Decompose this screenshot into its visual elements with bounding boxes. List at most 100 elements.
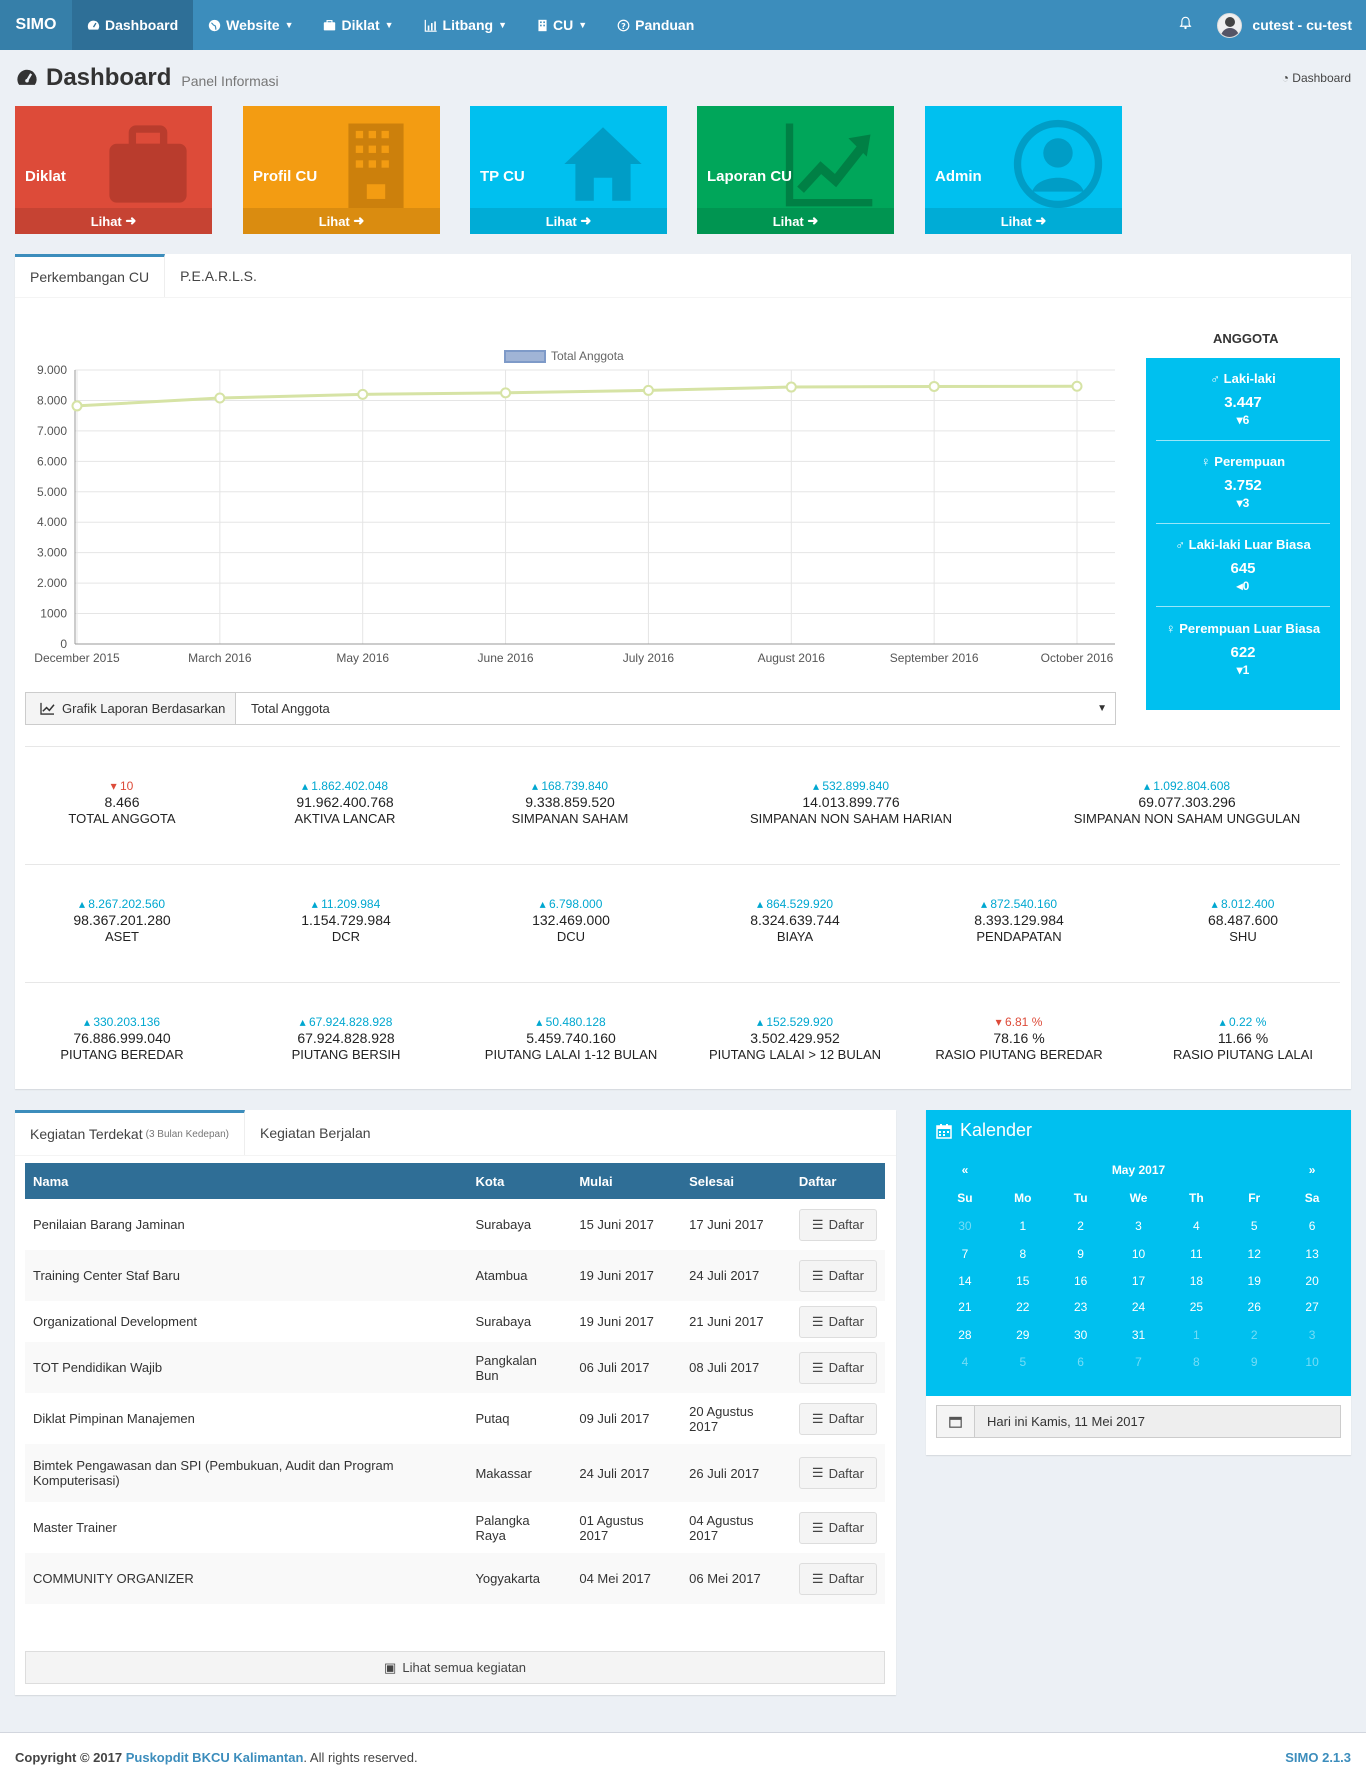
col-daftar[interactable]: Daftar [790, 1163, 885, 1199]
col-selesai[interactable]: Selesai [681, 1163, 791, 1199]
daftar-button[interactable]: ☰ Daftar [798, 1351, 877, 1384]
cell-kota: Surabaya [475, 1217, 532, 1232]
calendar-day[interactable]: 27 [1283, 1300, 1341, 1314]
calendar-day[interactable]: 18 [1167, 1274, 1225, 1288]
calendar-day[interactable]: 17 [1110, 1274, 1168, 1288]
calendar-day[interactable]: 29 [994, 1328, 1052, 1342]
col-mulai[interactable]: Mulai [571, 1163, 682, 1199]
calendar-day[interactable]: 6 [1052, 1355, 1110, 1369]
notification-bell-icon[interactable] [1163, 16, 1207, 34]
calendar-day[interactable]: 7 [936, 1247, 994, 1261]
calendar-day[interactable]: 22 [994, 1300, 1052, 1314]
calendar-day[interactable]: 9 [1052, 1247, 1110, 1261]
caret-up-icon: ▴ [311, 897, 322, 911]
nav-dashboard[interactable]: Dashboard [72, 0, 194, 50]
col-nama[interactable]: Nama [25, 1163, 468, 1199]
month-title[interactable]: May 2017 [994, 1163, 1283, 1177]
calendar-day[interactable]: 12 [1225, 1247, 1283, 1261]
kpi-label: SHU [1229, 929, 1257, 944]
calendar-day[interactable]: 30 [1052, 1328, 1110, 1342]
calendar-day[interactable]: 20 [1283, 1274, 1341, 1288]
tab-kegiatan-terdekat[interactable]: Kegiatan Terdekat (3 Bulan Kedepan) [15, 1110, 246, 1155]
calendar-day[interactable]: 8 [994, 1247, 1052, 1261]
calendar-day[interactable]: 8 [1167, 1355, 1225, 1369]
tile-link-label: Lihat [772, 213, 804, 229]
nav-cu[interactable]: CU ▼ [522, 0, 602, 50]
tab-pearls[interactable]: P.E.A.R.L.S. [165, 254, 272, 297]
lihat-semua-button[interactable]: ▣ Lihat semua kegiatan [25, 1651, 885, 1684]
calendar-day[interactable]: 4 [1167, 1219, 1225, 1233]
calendar-day[interactable]: 23 [1052, 1300, 1110, 1314]
calendar-day[interactable]: 15 [994, 1274, 1052, 1288]
calendar-day[interactable]: 2 [1052, 1219, 1110, 1233]
calendar-day[interactable]: 21 [936, 1300, 994, 1314]
tile-profil-cu[interactable]: Profil CU Lihat ➜ [243, 106, 440, 234]
calendar-day[interactable]: 24 [1110, 1300, 1168, 1314]
stats-tabs: Perkembangan CU P.E.A.R.L.S. [15, 254, 1351, 298]
user-menu[interactable]: cutest - cu-test [1207, 12, 1366, 38]
tile-footer-link[interactable]: Lihat ➜ [243, 208, 440, 234]
calendar-day[interactable]: 7 [1110, 1355, 1168, 1369]
daftar-button[interactable]: ☰ Daftar [798, 1259, 877, 1292]
tile-tp-cu[interactable]: TP CU Lihat ➜ [470, 106, 667, 234]
calendar-day[interactable]: 6 [1283, 1219, 1341, 1233]
nav-panduan[interactable]: ? Panduan [602, 0, 709, 50]
next-month-button[interactable]: » [1283, 1163, 1341, 1177]
tile-diklat[interactable]: Diklat Lihat ➜ [15, 106, 212, 234]
daftar-button[interactable]: ☰ Daftar [798, 1305, 877, 1338]
cell-mulai: 19 Juni 2017 [571, 1250, 682, 1301]
calendar-day[interactable]: 1 [994, 1219, 1052, 1233]
tile-footer-link[interactable]: Lihat ➜ [697, 208, 894, 234]
calendar-day[interactable]: 2 [1225, 1328, 1283, 1342]
calendar-day[interactable]: 28 [936, 1328, 994, 1342]
calendar-day[interactable]: 16 [1052, 1274, 1110, 1288]
data-point [357, 388, 369, 400]
col-kota[interactable]: Kota [467, 1163, 572, 1199]
breadcrumb[interactable]: ◔ Dashboard [1282, 71, 1351, 85]
tile-admin[interactable]: Admin Lihat ➜ [925, 106, 1122, 234]
nav-label: Dashboard [105, 17, 179, 33]
calendar-nav: « May 2017 » [936, 1156, 1341, 1184]
tile-footer-link[interactable]: Lihat ➜ [925, 208, 1122, 234]
calendar-day[interactable]: 11 [1167, 1247, 1225, 1261]
calendar-day[interactable]: 10 [1110, 1247, 1168, 1261]
tab-kegiatan-berjalan[interactable]: Kegiatan Berjalan [245, 1110, 386, 1155]
daftar-button[interactable]: ☰ Daftar [798, 1457, 877, 1489]
calendar-day[interactable]: 3 [1283, 1328, 1341, 1342]
cell-kota: Palangka Raya [475, 1512, 530, 1543]
calendar-day[interactable]: 31 [1110, 1328, 1168, 1342]
kpi-value: 11.66 % [1217, 1030, 1269, 1046]
calendar-day[interactable]: 5 [994, 1355, 1052, 1369]
y-tick-label: 2.000 [37, 576, 67, 590]
calendar-day[interactable]: 14 [936, 1274, 994, 1288]
daftar-button[interactable]: ☰ Daftar [798, 1208, 877, 1241]
nav-litbang[interactable]: Litbang ▼ [409, 0, 522, 50]
caret-up-icon: ▴ [78, 897, 89, 911]
tile-footer-link[interactable]: Lihat ➜ [15, 208, 212, 234]
tile-laporan-cu[interactable]: Laporan CU Lihat ➜ [697, 106, 894, 234]
grafik-select[interactable]: Total Anggota ▼ [236, 693, 1115, 724]
nav-website[interactable]: Website ▼ [193, 0, 308, 50]
calendar-day[interactable]: 25 [1167, 1300, 1225, 1314]
calendar-day[interactable]: 19 [1225, 1274, 1283, 1288]
calendar-day[interactable]: 10 [1283, 1355, 1341, 1369]
prev-month-button[interactable]: « [936, 1163, 994, 1177]
table-row: Diklat Pimpinan Manajemen Putaq 09 Juli 20… [25, 1393, 885, 1444]
nav-diklat[interactable]: Diklat ▼ [308, 0, 408, 50]
brand-logo[interactable]: SIMO [0, 0, 72, 50]
footer-org-link[interactable]: Puskopdit BKCU Kalimantan [126, 1750, 304, 1765]
calendar-day[interactable]: 1 [1167, 1328, 1225, 1342]
daftar-button[interactable]: ☰ Daftar [798, 1562, 877, 1595]
calendar-day[interactable]: 13 [1283, 1247, 1341, 1261]
calendar-day[interactable]: 5 [1225, 1219, 1283, 1233]
calendar-day[interactable]: 9 [1225, 1355, 1283, 1369]
daftar-button[interactable]: ☰ Daftar [798, 1402, 877, 1435]
calendar-day[interactable]: 30 [936, 1219, 994, 1233]
calendar-day[interactable]: 3 [1110, 1219, 1168, 1233]
daftar-button[interactable]: ☰ Daftar [798, 1511, 877, 1544]
tile-footer-link[interactable]: Lihat ➜ [470, 208, 667, 234]
calendar-week: 14 15 16 17 18 19 20 [936, 1268, 1341, 1294]
tab-perkembangan-cu[interactable]: Perkembangan CU [15, 254, 166, 297]
calendar-day[interactable]: 4 [936, 1355, 994, 1369]
calendar-day[interactable]: 26 [1225, 1300, 1283, 1314]
